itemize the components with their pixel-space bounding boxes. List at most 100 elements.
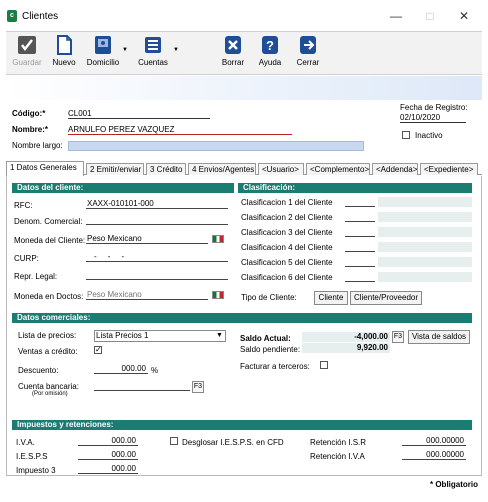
borrar-button[interactable]: Borrar xyxy=(220,35,246,73)
retencion-iva-label: Retención I.V.A xyxy=(310,452,365,461)
clasificacion-6-description xyxy=(378,272,472,282)
cuentas-dropdown-icon[interactable]: ▼ xyxy=(173,47,179,53)
chevron-down-icon[interactable]: ▼ xyxy=(216,332,223,339)
clasificacion-4-field[interactable] xyxy=(345,242,375,252)
help-icon: ? xyxy=(262,36,278,54)
desglosar-iesps-label: Desglosar I.E.S.P.S. en CFD xyxy=(182,438,284,447)
clasificacion-2-label: Clasificacion 2 del Cliente xyxy=(241,213,333,222)
check-icon xyxy=(18,36,36,54)
domicilio-dropdown-icon[interactable]: ▼ xyxy=(122,47,128,53)
tab-addenda[interactable]: <Addenda> xyxy=(372,163,418,175)
iesps-label: I.E.S.P.S xyxy=(16,452,48,461)
clasificacion-1-description xyxy=(378,197,472,207)
inactivo-checkbox[interactable] xyxy=(402,131,410,139)
tipo-cliente-button[interactable]: Cliente xyxy=(314,291,348,305)
clasificacion-6-field[interactable] xyxy=(345,272,375,282)
clasificacion-3-field[interactable] xyxy=(345,227,375,237)
saldo-pendiente-value: 9,920.00 xyxy=(302,343,390,353)
facturar-terceros-checkbox[interactable] xyxy=(320,361,328,369)
tab-datos-generales[interactable]: 1 Datos Generales xyxy=(6,161,84,176)
tab-expediente[interactable]: <Expediente> xyxy=(420,163,478,175)
clasificacion-2-field[interactable] xyxy=(345,212,375,222)
guardar-button[interactable]: Guardar xyxy=(12,35,42,73)
repr-legal-field[interactable] xyxy=(86,270,228,280)
moneda-doctos-field[interactable]: Peso Mexicano xyxy=(86,290,208,300)
descuento-label: Descuento: xyxy=(18,366,59,375)
rfc-field[interactable]: XAXX-010101-000 xyxy=(86,199,228,209)
nuevo-button[interactable]: Nuevo xyxy=(50,35,78,73)
clasificacion-5-description xyxy=(378,257,472,267)
cuentas-label: Cuentas xyxy=(138,58,168,67)
clasificacion-5-label: Clasificacion 5 del Cliente xyxy=(241,258,333,267)
curp-field[interactable]: - - - xyxy=(86,252,228,262)
desglosar-iesps-checkbox[interactable] xyxy=(170,437,178,445)
delete-x-icon xyxy=(225,36,241,54)
tipo-cliente-proveedor-button[interactable]: Cliente/Proveedor xyxy=(350,291,422,305)
iesps-field[interactable]: 000.00 xyxy=(78,450,138,460)
facturar-terceros-label: Facturar a terceros: xyxy=(240,362,310,371)
lista-precios-label: Lista de precios: xyxy=(18,331,77,340)
clasificacion-3-label: Clasificacion 3 del Cliente xyxy=(241,228,333,237)
exit-door-icon xyxy=(300,36,316,54)
guardar-label: Guardar xyxy=(12,58,42,67)
saldo-f3-button[interactable]: F3 xyxy=(392,331,404,343)
new-document-icon xyxy=(57,35,72,55)
iva-field[interactable]: 000.00 xyxy=(78,436,138,446)
retencion-isr-field[interactable]: 000.00000 xyxy=(402,436,466,446)
tab-complemento[interactable]: <Complemento> xyxy=(306,163,370,175)
moneda-cliente-field[interactable]: Peso Mexicano xyxy=(86,234,208,244)
address-book-icon xyxy=(95,36,111,54)
nombre-largo-label: Nombre largo: xyxy=(12,141,63,150)
vista-saldos-button[interactable]: Vista de saldos xyxy=(408,330,470,344)
impuestos-header: Impuestos y retenciones: xyxy=(12,420,472,430)
cuentas-button[interactable]: Cuentas xyxy=(136,35,170,73)
iva-label: I.V.A. xyxy=(16,438,35,447)
minimize-button[interactable]: — xyxy=(384,8,408,24)
lista-precios-select[interactable]: Lista Precios 1 xyxy=(94,330,226,342)
domicilio-button[interactable]: Domicilio xyxy=(86,35,120,73)
title-bar: c Clientes — □ ✕ xyxy=(0,0,488,30)
clasificacion-2-description xyxy=(378,212,472,222)
fecha-registro-field[interactable]: 02/10/2020 xyxy=(400,113,466,123)
nombre-largo-field[interactable] xyxy=(68,141,364,151)
descuento-field[interactable]: 000.00 xyxy=(94,364,148,374)
ventas-credito-checkbox[interactable]: ✓ xyxy=(94,346,102,354)
ventas-credito-label: Ventas a crédito: xyxy=(18,347,78,356)
cerrar-label: Cerrar xyxy=(296,58,320,67)
maximize-button[interactable]: □ xyxy=(418,8,442,24)
retencion-isr-label: Retención I.S.R xyxy=(310,438,367,447)
ayuda-button[interactable]: ? Ayuda xyxy=(256,35,284,73)
clasificacion-5-field[interactable] xyxy=(345,257,375,267)
cerrar-button[interactable]: Cerrar xyxy=(294,35,322,73)
nombre-field[interactable]: ARNULFO PEREZ VAZQUEZ xyxy=(68,125,292,135)
clasificacion-1-field[interactable] xyxy=(345,197,375,207)
borrar-label: Borrar xyxy=(221,58,245,67)
cuenta-f3-button[interactable]: F3 xyxy=(192,381,204,393)
impuesto3-label: Impuesto 3 xyxy=(16,466,56,475)
tab-usuario[interactable]: <Usuario> xyxy=(258,163,304,175)
tab-credito[interactable]: 3 Crédito xyxy=(146,163,186,175)
retencion-iva-field[interactable]: 000.00000 xyxy=(402,450,466,460)
clasificacion-1-label: Clasificacion 1 del Cliente xyxy=(241,198,333,207)
moneda-doctos-label: Moneda en Doctos: xyxy=(14,292,84,301)
app-icon: c xyxy=(7,10,17,22)
cuenta-bancaria-label: Cuenta bancaria: xyxy=(18,382,79,391)
denom-comercial-field[interactable] xyxy=(86,215,228,225)
clasificacion-4-label: Clasificacion 4 del Cliente xyxy=(241,243,333,252)
toolbar: Guardar Nuevo Domicilio ▼ Cuentas ▼ Borr… xyxy=(6,31,482,75)
close-button[interactable]: ✕ xyxy=(452,8,476,24)
denom-comercial-label: Denom. Comercial: xyxy=(14,217,83,226)
datos-cliente-header: Datos del cliente: xyxy=(12,183,234,193)
impuesto3-field[interactable]: 000.00 xyxy=(78,464,138,474)
svg-text:?: ? xyxy=(266,38,274,53)
saldo-pendiente-label: Saldo pendiente: xyxy=(240,345,301,354)
mexico-flag-icon[interactable] xyxy=(212,291,224,299)
codigo-field[interactable]: CL001 xyxy=(68,109,210,119)
cuenta-bancaria-field[interactable] xyxy=(94,381,190,391)
tipo-cliente-label: Tipo de Cliente: xyxy=(241,293,297,302)
tab-envios-agentes[interactable]: 4 Envios/Agentes xyxy=(188,163,256,175)
clasificacion-6-label: Clasificacion 6 del Cliente xyxy=(241,273,333,282)
tab-emitir-enviar[interactable]: 2 Emitir/enviar xyxy=(86,163,144,175)
mexico-flag-icon[interactable] xyxy=(212,235,224,243)
nuevo-label: Nuevo xyxy=(52,58,76,67)
